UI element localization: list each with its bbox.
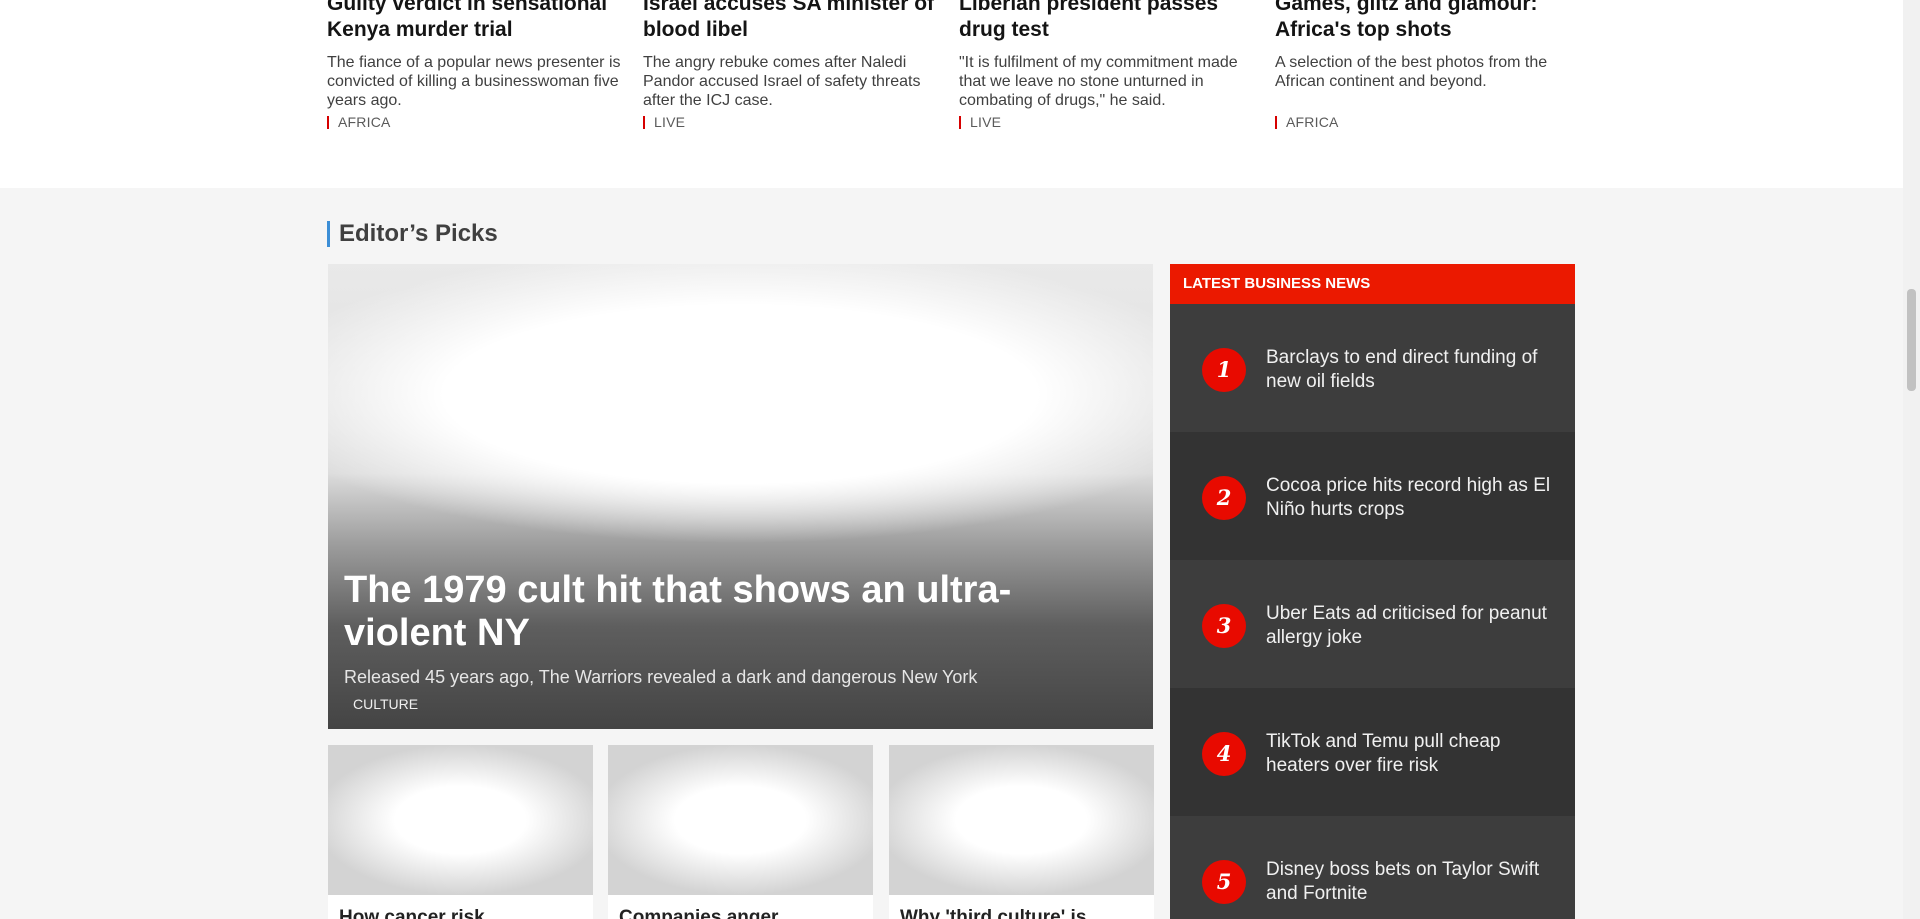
scrollbar-thumb[interactable]: [1907, 289, 1916, 391]
business-news-headline[interactable]: Uber Eats ad criticised for peanut aller…: [1266, 602, 1556, 650]
story-card[interactable]: Israel accuses SA minister of blood libe…: [643, 0, 941, 129]
story-summary: "It is fulfilment of my commitment made …: [959, 54, 1238, 109]
hero-description: Released 45 years ago, The Warriors reve…: [344, 667, 978, 687]
hero-story[interactable]: The 1979 cult hit that shows an ultra-vi…: [328, 264, 1153, 729]
latest-business-news-panel: LATEST BUSINESS NEWS 1 Barclays to end d…: [1170, 264, 1575, 919]
story-card[interactable]: Guilty verdict in sensational Kenya murd…: [327, 0, 625, 129]
rank-badge: 1: [1202, 348, 1246, 392]
business-news-item[interactable]: 5 Disney boss bets on Taylor Swift and F…: [1170, 816, 1575, 919]
story-tag[interactable]: LIVE: [959, 115, 1001, 129]
hero-tag[interactable]: CULTURE: [344, 697, 418, 712]
story-tag[interactable]: AFRICA: [327, 115, 391, 129]
business-news-item[interactable]: 3 Uber Eats ad criticised for peanut all…: [1170, 560, 1575, 688]
business-news-item[interactable]: 2 Cocoa price hits record high as El Niñ…: [1170, 432, 1575, 560]
story-card[interactable]: Liberian president passes drug test "It …: [959, 0, 1257, 129]
pick-card-image: [328, 745, 593, 895]
business-news-headline[interactable]: Barclays to end direct funding of new oi…: [1266, 346, 1556, 394]
pick-card-title[interactable]: Companies anger: [608, 895, 873, 919]
business-news-item[interactable]: 1 Barclays to end direct funding of new …: [1170, 304, 1575, 432]
rank-badge: 2: [1202, 476, 1246, 520]
rank-badge: 4: [1202, 732, 1246, 776]
story-headline[interactable]: Games, glitz and glamour: Africa's top s…: [1275, 0, 1573, 43]
business-news-headline[interactable]: TikTok and Temu pull cheap heaters over …: [1266, 730, 1556, 778]
page: Guilty verdict in sensational Kenya murd…: [0, 0, 1903, 919]
business-news-headline[interactable]: Cocoa price hits record high as El Niño …: [1266, 474, 1556, 522]
pick-card-image: [889, 745, 1154, 895]
story-tag[interactable]: AFRICA: [1275, 115, 1339, 129]
pick-card-title[interactable]: How cancer risk: [328, 895, 593, 919]
pick-card[interactable]: Companies anger: [608, 745, 873, 919]
top-stories-strip: Guilty verdict in sensational Kenya murd…: [0, 0, 1903, 188]
rank-badge: 3: [1202, 604, 1246, 648]
section-heading-editors-picks: Editor’s Picks: [327, 221, 498, 247]
story-summary: A selection of the best photos from the …: [1275, 54, 1548, 90]
story-summary: The angry rebuke comes after Naledi Pand…: [643, 54, 921, 109]
hero-title[interactable]: The 1979 cult hit that shows an ultra-vi…: [344, 569, 1124, 655]
rank-badge: 5: [1202, 860, 1246, 904]
vertical-scrollbar[interactable]: [1903, 0, 1920, 919]
story-headline[interactable]: Liberian president passes drug test: [959, 0, 1257, 43]
story-headline[interactable]: Israel accuses SA minister of blood libe…: [643, 0, 941, 43]
story-card[interactable]: Games, glitz and glamour: Africa's top s…: [1275, 0, 1573, 129]
story-headline[interactable]: Guilty verdict in sensational Kenya murd…: [327, 0, 625, 43]
hero-image: [328, 264, 1153, 729]
pick-card[interactable]: Why 'third culture' is: [889, 745, 1154, 919]
pick-card[interactable]: How cancer risk: [328, 745, 593, 919]
business-news-headline[interactable]: Disney boss bets on Taylor Swift and For…: [1266, 858, 1556, 906]
story-tag[interactable]: LIVE: [643, 115, 685, 129]
story-summary: The fiance of a popular news presenter i…: [327, 54, 621, 109]
pick-card-title[interactable]: Why 'third culture' is: [889, 895, 1154, 919]
pick-card-image: [608, 745, 873, 895]
business-news-header: LATEST BUSINESS NEWS: [1170, 264, 1575, 304]
business-news-item[interactable]: 4 TikTok and Temu pull cheap heaters ove…: [1170, 688, 1575, 816]
